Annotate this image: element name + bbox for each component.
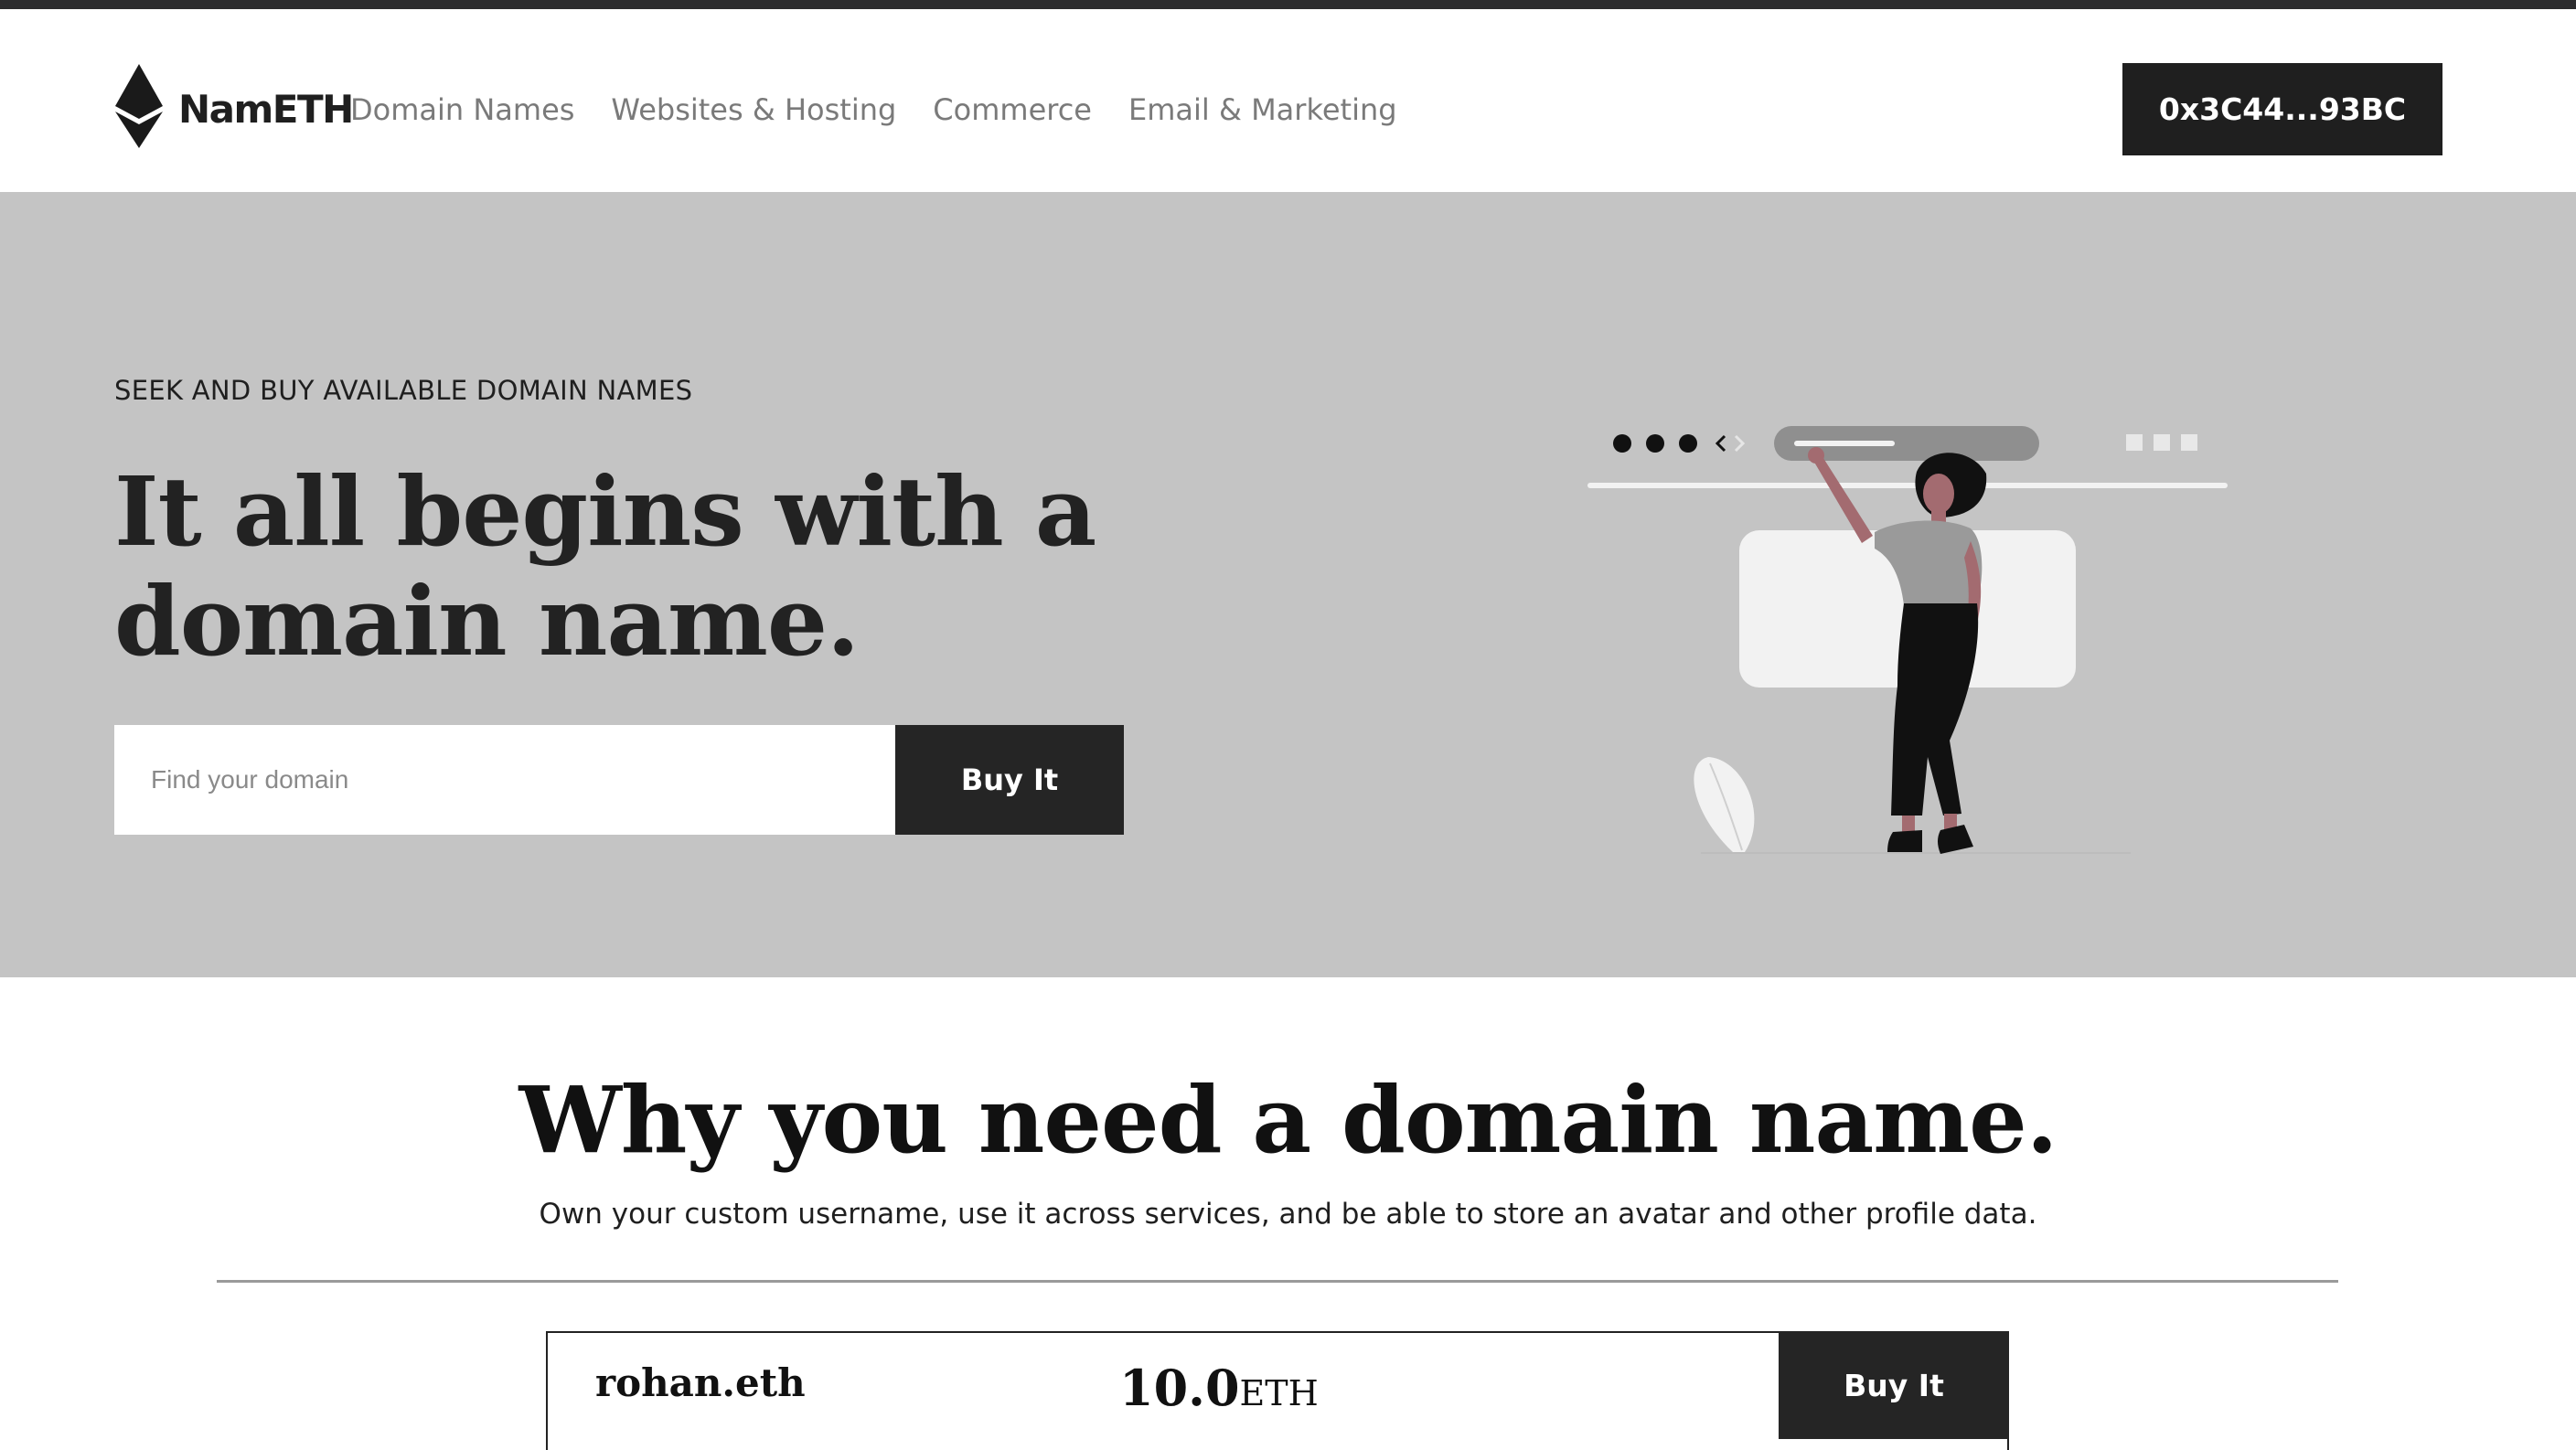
- domain-search-form: Buy It: [114, 725, 1124, 835]
- ethereum-logo-icon[interactable]: [115, 64, 163, 148]
- domain-listing-card: rohan.eth 10.0ETH Buy It: [546, 1331, 2009, 1450]
- brand-name[interactable]: NamETH: [178, 82, 354, 137]
- listing-domain-name: rohan.eth: [595, 1360, 806, 1405]
- nav-commerce[interactable]: Commerce: [933, 82, 1092, 137]
- wallet-address-button[interactable]: 0x3C44...93BC: [2122, 63, 2442, 155]
- why-title: Why you need a domain name.: [518, 1066, 2058, 1174]
- nav-email-marketing[interactable]: Email & Marketing: [1128, 82, 1397, 137]
- nav-websites-hosting[interactable]: Websites & Hosting: [611, 82, 896, 137]
- woman-browsing-illustration: [1587, 426, 2228, 854]
- site-header: NamETH Domain Names Websites & Hosting C…: [0, 9, 2576, 192]
- hero-buy-button[interactable]: Buy It: [895, 725, 1124, 835]
- main-nav: Domain Names Websites & Hosting Commerce…: [350, 82, 1397, 137]
- nav-domain-names[interactable]: Domain Names: [350, 82, 574, 137]
- listing-buy-button[interactable]: Buy It: [1779, 1331, 2009, 1439]
- domain-search-input[interactable]: [114, 725, 895, 835]
- hero-title: It all begins with a domain name.: [114, 455, 1096, 677]
- section-divider: [217, 1280, 2338, 1283]
- listing-price: 10.0ETH: [1119, 1359, 1319, 1417]
- hero-section: SEEK AND BUY AVAILABLE DOMAIN NAMES It a…: [0, 192, 2576, 977]
- listing-price-value: 10.0: [1119, 1359, 1240, 1417]
- listing-price-unit: ETH: [1239, 1373, 1319, 1413]
- top-accent-bar: [0, 0, 2576, 9]
- hero-eyebrow: SEEK AND BUY AVAILABLE DOMAIN NAMES: [114, 375, 693, 406]
- why-subtitle: Own your custom username, use it across …: [539, 1198, 2037, 1231]
